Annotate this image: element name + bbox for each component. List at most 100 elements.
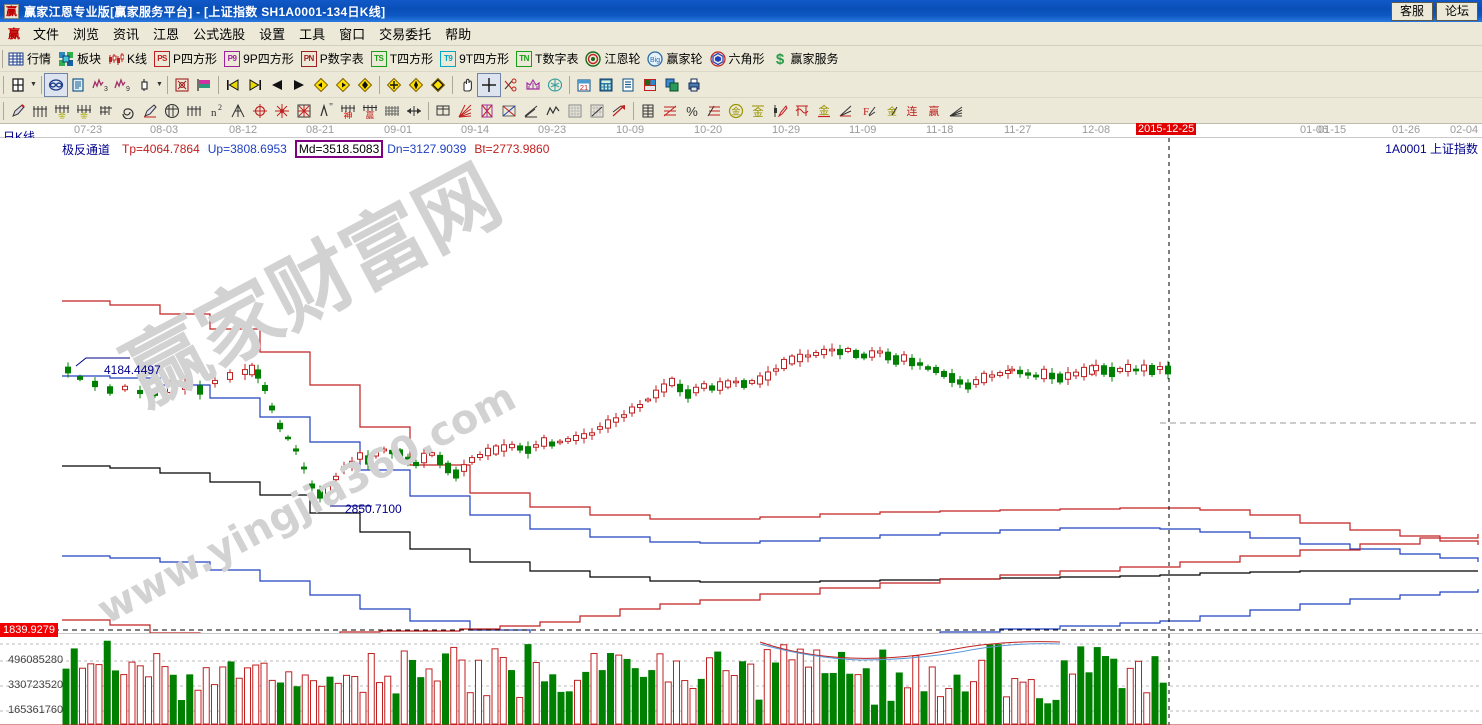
menu-formula-stock-pick[interactable]: 公式选股	[186, 21, 252, 46]
n-squared-icon[interactable]: n2	[205, 100, 227, 122]
angle-lines-icon[interactable]	[227, 100, 249, 122]
circle-grid-icon[interactable]	[161, 100, 183, 122]
tb-9t-square[interactable]: T9 9T四方形	[438, 49, 514, 68]
diamond-center-icon[interactable]	[354, 74, 376, 96]
customer-service-button[interactable]: 客服	[1391, 2, 1433, 21]
tb-p-square[interactable]: PS P四方形	[152, 49, 222, 68]
indicator-9-icon[interactable]: 9	[111, 74, 133, 96]
tb-9p-square[interactable]: P9 9P四方形	[222, 49, 299, 68]
shen-grid-icon[interactable]: 神	[337, 100, 359, 122]
menu-file[interactable]: 文件	[26, 21, 66, 46]
crown-icon[interactable]	[522, 74, 544, 96]
calculator-icon[interactable]	[595, 74, 617, 96]
calendar-21-icon[interactable]: 21	[573, 74, 595, 96]
angle-small-icon[interactable]	[835, 100, 857, 122]
calendar-day-icon[interactable]	[7, 74, 29, 96]
print-icon[interactable]	[683, 74, 705, 96]
scissors-line-icon[interactable]	[500, 74, 522, 96]
gold-circle-icon[interactable]: 金	[725, 100, 747, 122]
chevron-down-icon[interactable]: ▼	[29, 81, 38, 88]
tb-t-number-table[interactable]: TN T数字表	[514, 49, 583, 68]
menu-settings[interactable]: 设置	[252, 21, 292, 46]
box-diag-icon[interactable]	[498, 100, 520, 122]
f-grid-icon[interactable]	[95, 100, 117, 122]
gold-grid-1-icon[interactable]: 金	[51, 100, 73, 122]
tb-p-number-table[interactable]: PN P数字表	[299, 49, 369, 68]
menu-help[interactable]: 帮助	[438, 21, 478, 46]
tb-quotes[interactable]: 行情	[6, 49, 56, 68]
percent-fan-icon[interactable]	[659, 100, 681, 122]
menu-window[interactable]: 窗口	[332, 21, 372, 46]
ladder-icon[interactable]	[637, 100, 659, 122]
pen-draw-icon[interactable]	[7, 100, 29, 122]
grid-table-2-icon[interactable]	[586, 100, 608, 122]
menu-browse[interactable]: 浏览	[66, 21, 106, 46]
diamond-left-icon[interactable]	[310, 74, 332, 96]
formula-icon[interactable]	[171, 74, 193, 96]
forum-button[interactable]: 论坛	[1436, 2, 1478, 21]
box-cross-icon[interactable]	[476, 100, 498, 122]
trend-arrow-icon[interactable]	[608, 100, 630, 122]
menu-tools[interactable]: 工具	[292, 21, 332, 46]
tb-sectors[interactable]: 板块	[56, 49, 106, 68]
notes-icon[interactable]	[617, 74, 639, 96]
spiral-icon[interactable]	[117, 100, 139, 122]
gold-lines-icon[interactable]: 金	[879, 100, 901, 122]
save-chart-icon[interactable]	[639, 74, 661, 96]
price-chart[interactable]: 赢家财富网 www.yingjia360.com QQ:1731457646	[0, 138, 1482, 633]
candle-pen-icon[interactable]	[769, 100, 791, 122]
star-burst-icon[interactable]	[271, 100, 293, 122]
tb-hexagon[interactable]: 六角形	[708, 49, 770, 68]
target-circle-icon[interactable]	[249, 100, 271, 122]
wave-grid-icon[interactable]	[791, 100, 813, 122]
hand-pan-icon[interactable]	[456, 74, 478, 96]
rising-lines-icon[interactable]	[520, 100, 542, 122]
flag-chart-icon[interactable]	[193, 74, 215, 96]
diamond-expand-icon[interactable]	[383, 74, 405, 96]
square-burst-icon[interactable]	[293, 100, 315, 122]
grid-table-icon[interactable]	[564, 100, 586, 122]
tb-kline[interactable]: K线	[106, 49, 152, 68]
ying-red-icon[interactable]: 赢	[923, 100, 945, 122]
gold-bar-icon[interactable]: 金	[747, 100, 769, 122]
diamond-move-icon[interactable]	[405, 74, 427, 96]
crosshair-icon[interactable]	[478, 74, 500, 96]
ying-grid-icon[interactable]: 赢	[359, 100, 381, 122]
volume-panel[interactable]: 496085280330723520165361760	[0, 633, 1482, 725]
gold-underline-icon[interactable]: 金	[813, 100, 835, 122]
pct-lines-icon[interactable]	[703, 100, 725, 122]
menu-trade-order[interactable]: 交易委托	[372, 21, 438, 46]
diamond-cross-icon[interactable]	[427, 74, 449, 96]
pen-red-icon[interactable]	[139, 100, 161, 122]
next-arrow-icon[interactable]	[288, 74, 310, 96]
menu-news[interactable]: 资讯	[106, 21, 146, 46]
menu-gann[interactable]: 江恩	[146, 21, 186, 46]
gann-fan-grid-icon[interactable]	[29, 100, 51, 122]
network-icon[interactable]	[45, 74, 67, 96]
document-icon[interactable]	[67, 74, 89, 96]
tb-winner-wheel[interactable]: Big 赢家轮	[645, 49, 707, 68]
f-lines-icon[interactable]: F	[857, 100, 879, 122]
box-plot-icon[interactable]	[432, 100, 454, 122]
percent-icon[interactable]: %	[681, 100, 703, 122]
mesh-grid-icon[interactable]	[381, 100, 403, 122]
first-page-icon[interactable]	[222, 74, 244, 96]
prev-arrow-icon[interactable]	[266, 74, 288, 96]
tb-gann-wheel[interactable]: 江恩轮	[583, 49, 645, 68]
diamond-right-icon[interactable]	[332, 74, 354, 96]
candle-single-icon[interactable]	[133, 74, 155, 96]
tb-t-square[interactable]: TS T四方形	[369, 49, 438, 68]
tb-winner-service[interactable]: $ 赢家服务	[770, 49, 844, 68]
grid-hash-icon[interactable]	[183, 100, 205, 122]
zigzag-icon[interactable]	[542, 100, 564, 122]
brain-icon[interactable]	[544, 74, 566, 96]
gold-grid-2-icon[interactable]: 金	[73, 100, 95, 122]
lian-icon[interactable]: 连	[901, 100, 923, 122]
chevron-down-icon[interactable]: ▼	[155, 81, 164, 88]
fan-lines-icon[interactable]	[454, 100, 476, 122]
four-lines-icon[interactable]	[945, 100, 967, 122]
arrows-span-icon[interactable]	[403, 100, 425, 122]
layers-icon[interactable]	[661, 74, 683, 96]
quote-mark-icon[interactable]: "	[315, 100, 337, 122]
last-page-icon[interactable]	[244, 74, 266, 96]
